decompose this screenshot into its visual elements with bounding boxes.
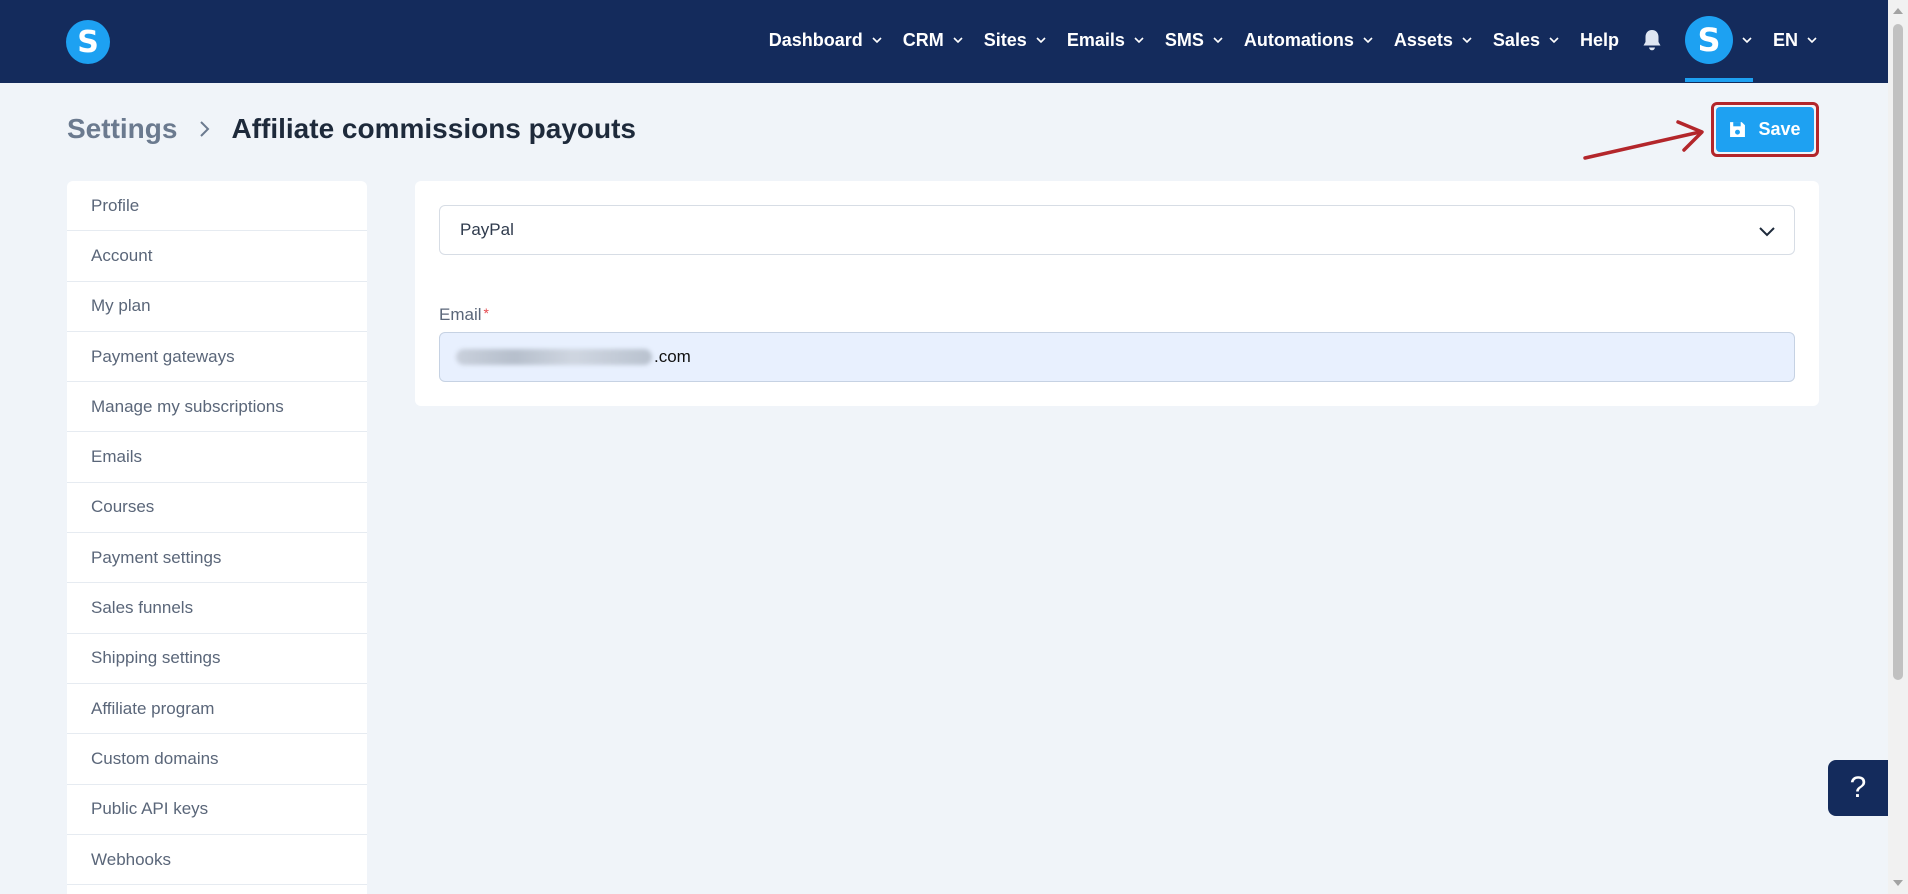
sidebar-item-public-api-keys[interactable]: Public API keys <box>67 785 367 835</box>
nav-item-sms[interactable]: SMS <box>1165 30 1224 51</box>
chevron-down-icon <box>1036 37 1046 44</box>
redacted-text <box>456 349 652 365</box>
sidebar-item-label: Manage my subscriptions <box>91 396 284 416</box>
language-selector[interactable]: EN <box>1773 30 1818 51</box>
chevron-down-icon <box>1134 37 1144 44</box>
scrollbar[interactable] <box>1888 0 1908 894</box>
sidebar-item-label: Account <box>91 245 153 265</box>
scroll-down-icon[interactable] <box>1893 880 1903 886</box>
breadcrumb: Settings Affiliate commissions payouts <box>67 113 636 145</box>
help-button[interactable]: ? <box>1828 760 1888 816</box>
chevron-down-icon <box>1462 37 1472 44</box>
sidebar-item-account[interactable]: Account <box>67 231 367 282</box>
sidebar-item-label: Courses <box>91 497 155 517</box>
nav-label: Emails <box>1066 29 1125 50</box>
sidebar-item-payment-settings[interactable]: Payment settings <box>67 533 367 584</box>
sidebar-item-label: Emails <box>91 447 143 467</box>
main-nav: Dashboard CRM Sites Emails SMS Automatio… <box>749 0 1818 82</box>
avatar[interactable]: S <box>1684 16 1733 64</box>
sidebar-item-label: My plan <box>91 296 151 316</box>
settings-sidebar: Profile Account My plan Payment gateways… <box>67 181 367 894</box>
sidebar-item-manage-subscriptions[interactable]: Manage my subscriptions <box>67 382 367 433</box>
email-field-label: Email * <box>439 305 489 325</box>
sidebar-item-label: Payment settings <box>91 547 222 567</box>
nav-item-crm[interactable]: CRM <box>903 30 964 51</box>
sidebar-item-label: Payment gateways <box>91 346 235 366</box>
sidebar-item-label: Shipping settings <box>91 648 221 668</box>
nav-label: Dashboard <box>768 29 863 50</box>
sidebar-item-profile[interactable]: Profile <box>67 181 367 232</box>
sidebar-item-label: Sales funnels <box>91 598 194 618</box>
avatar-letter: S <box>1697 21 1721 59</box>
logo-letter: S <box>77 24 99 60</box>
email-field[interactable]: .com <box>439 332 1795 382</box>
page-title: Affiliate commissions payouts <box>231 113 637 144</box>
nav-item-sales[interactable]: Sales <box>1493 30 1560 51</box>
nav-label: Sales <box>1492 29 1540 50</box>
nav-item-assets[interactable]: Assets <box>1394 30 1473 51</box>
nav-item-help[interactable]: Help <box>1580 30 1619 51</box>
save-label: Save <box>1758 119 1801 139</box>
nav-label: Assets <box>1393 29 1453 50</box>
sidebar-item-payment-gateways[interactable]: Payment gateways <box>67 332 367 383</box>
app-logo[interactable]: S <box>66 20 110 64</box>
nav-label: CRM <box>902 29 944 50</box>
nav-label: Help <box>1579 29 1619 50</box>
required-marker: * <box>483 305 489 321</box>
chevron-down-icon <box>1742 37 1752 44</box>
sidebar-item-label: Custom domains <box>91 748 219 768</box>
chevron-right-icon <box>200 121 210 137</box>
annotation-arrow-icon <box>1583 120 1704 160</box>
top-navigation-bar: S Dashboard CRM Sites Emails SMS Automat… <box>0 0 1888 83</box>
nav-item-sites[interactable]: Sites <box>984 30 1047 51</box>
nav-item-emails[interactable]: Emails <box>1067 30 1145 51</box>
chevron-down-icon <box>1549 37 1559 44</box>
sidebar-item-label: Affiliate program <box>91 698 215 718</box>
sidebar-item-webhooks[interactable]: Webhooks <box>67 835 367 886</box>
scroll-up-icon[interactable] <box>1893 8 1903 14</box>
email-field-value: .com <box>654 347 691 366</box>
language-label: EN <box>1772 29 1798 50</box>
nav-label: SMS <box>1164 29 1204 50</box>
nav-label: Sites <box>983 29 1027 50</box>
nav-item-automations[interactable]: Automations <box>1244 30 1374 51</box>
sidebar-item-custom-domains[interactable]: Custom domains <box>67 734 367 785</box>
active-indicator <box>1684 78 1753 82</box>
chevron-down-icon <box>1363 37 1373 44</box>
chevron-down-icon <box>1759 227 1775 237</box>
chevron-down-icon <box>872 37 882 44</box>
nav-item-dashboard[interactable]: Dashboard <box>769 30 883 51</box>
chevron-down-icon <box>953 37 963 44</box>
email-label-text: Email <box>439 305 482 324</box>
sidebar-item-label: Public API keys <box>91 799 209 819</box>
breadcrumb-settings-link[interactable]: Settings <box>67 113 177 145</box>
floppy-disk-icon <box>1730 122 1746 137</box>
payout-method-select[interactable]: PayPal <box>439 205 1795 255</box>
scrollbar-thumb[interactable] <box>1893 24 1903 680</box>
sidebar-item-sales-funnels[interactable]: Sales funnels <box>67 583 367 634</box>
help-label: ? <box>1849 771 1867 804</box>
chevron-down-icon <box>1807 37 1817 44</box>
user-menu[interactable]: S <box>1684 0 1753 82</box>
save-button[interactable]: Save <box>1716 107 1814 152</box>
payout-settings-card: PayPal Email * .com <box>415 181 1819 406</box>
sidebar-item-label: Profile <box>91 195 140 215</box>
bell-icon[interactable] <box>1641 28 1663 52</box>
sidebar-item-emails[interactable]: Emails <box>67 432 367 483</box>
sidebar-item-affiliate-program[interactable]: Affiliate program <box>67 684 367 735</box>
nav-label: Automations <box>1243 29 1354 50</box>
sidebar-item-shipping-settings[interactable]: Shipping settings <box>67 634 367 684</box>
payout-method-value: PayPal <box>460 220 514 239</box>
chevron-down-icon <box>1213 37 1223 44</box>
sidebar-item-courses[interactable]: Courses <box>67 483 367 534</box>
sidebar-item-my-plan[interactable]: My plan <box>67 282 367 332</box>
sidebar-item-label: Webhooks <box>91 849 172 869</box>
